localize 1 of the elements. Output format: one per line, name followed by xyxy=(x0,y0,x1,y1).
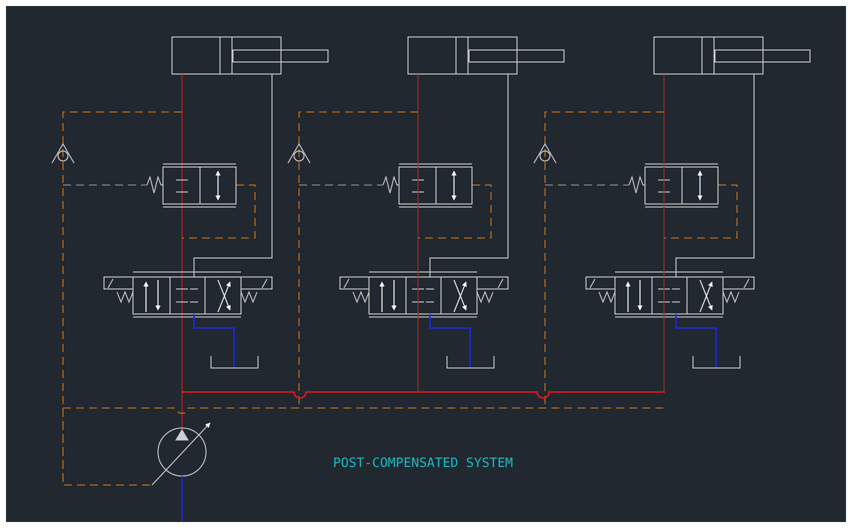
diagram-caption: POST-COMPENSATED SYSTEM xyxy=(333,456,514,471)
